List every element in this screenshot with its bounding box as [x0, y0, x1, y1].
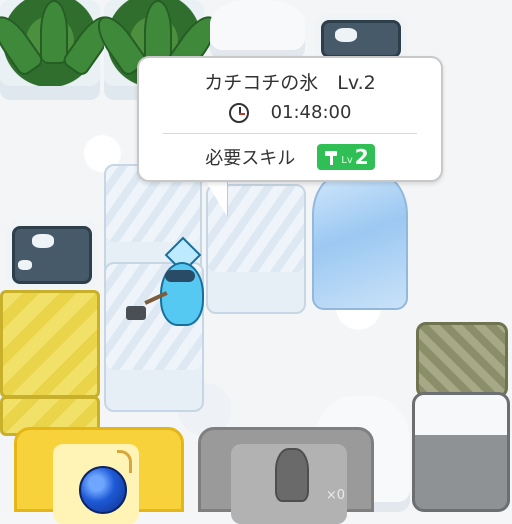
skill-row: 必要スキル Lv 2 — [139, 144, 441, 170]
locked-item-button[interactable]: ×0 — [198, 427, 374, 524]
mossy-rock-tile[interactable] — [416, 322, 508, 398]
character-goggles — [165, 270, 195, 282]
skill-label: 必要スキル — [205, 148, 296, 169]
palm-bush-tile[interactable] — [0, 0, 121, 100]
ice-crystal-tile[interactable] — [312, 174, 408, 310]
bomb-icon — [79, 466, 127, 514]
time-remaining: 01:48:00 — [270, 102, 352, 123]
popup-divider — [163, 133, 417, 134]
bomb-item-button[interactable] — [14, 427, 184, 524]
snow-rock — [18, 260, 32, 270]
skill-level-number: 2 — [354, 145, 369, 169]
leaf — [0, 9, 46, 79]
hammer-icon — [126, 306, 146, 320]
snow-rock — [335, 28, 357, 42]
popup-title: カチコチの氷 Lv.2 — [204, 72, 376, 94]
gold-block-tile[interactable] — [0, 290, 100, 398]
tile-info-popup: カチコチの氷 Lv.2 01:48:00 必要スキル Lv 2 — [137, 56, 443, 182]
hammer-icon — [323, 149, 339, 165]
leaf — [40, 0, 68, 64]
skill-level-badge: Lv 2 — [317, 144, 375, 170]
snow-mound-tile[interactable] — [210, 0, 305, 60]
popup-tail — [205, 180, 227, 216]
skill-level-prefix: Lv — [341, 154, 353, 166]
snowy-rock-tile[interactable] — [412, 392, 510, 512]
time-row: 01:48:00 — [139, 102, 441, 123]
clock-icon — [228, 102, 249, 123]
item-count: ×0 — [325, 488, 345, 503]
player-character[interactable] — [120, 236, 210, 330]
leaf — [144, 0, 172, 64]
frozen-pond-tile[interactable] — [6, 220, 98, 290]
figure-silhouette-icon — [275, 448, 309, 502]
snow-rock — [32, 234, 54, 248]
